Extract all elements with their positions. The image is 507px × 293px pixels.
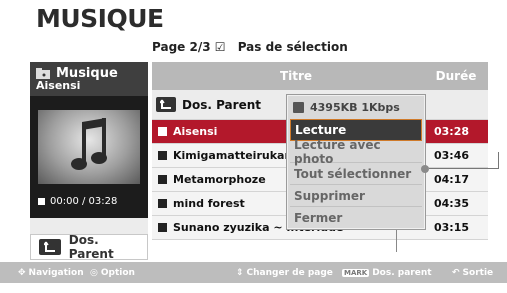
selection-status: Pas de sélection: [237, 40, 348, 54]
parent-folder-icon: [39, 239, 61, 255]
return-icon: ↶: [452, 267, 460, 278]
file-info: 4395KB 1Kbps: [287, 95, 425, 119]
menu-item-play-with-photo[interactable]: Lecture avec photo: [290, 138, 422, 166]
page-number: Page 2/3: [152, 40, 211, 54]
pointer-line: [498, 152, 499, 169]
mark-button-icon: MARK: [342, 268, 370, 277]
footer-help-bar: ✥ Navigation ◎ Option ⇕ Changer de page …: [0, 262, 507, 283]
checkbox-icon[interactable]: [158, 151, 167, 160]
checkbox-icon[interactable]: [158, 223, 167, 232]
footer-exit: ↶ Sortie: [452, 267, 494, 278]
ok-button-icon: ◎: [90, 267, 98, 278]
list-header: Titre Durée: [152, 62, 488, 90]
checkbox-icon[interactable]: [158, 127, 167, 136]
parent-folder-icon: [156, 97, 176, 112]
stop-icon: [38, 198, 45, 205]
music-folder-icon: [36, 68, 50, 79]
playback-time: 00:00 / 03:28: [38, 196, 117, 207]
column-title: Titre: [279, 69, 313, 83]
footer-change-page: ⇕ Changer de page: [236, 267, 333, 278]
checkbox-icon: ☑: [214, 40, 226, 54]
page-title: MUSIQUE: [36, 4, 164, 33]
menu-item-select-all[interactable]: Tout sélectionner: [290, 163, 422, 185]
page-up-down-icon: ⇕: [236, 267, 244, 278]
footer-option: ◎ Option: [90, 267, 135, 278]
pointer-line: [429, 168, 499, 169]
divider: [396, 230, 397, 252]
menu-item-close[interactable]: Fermer: [290, 207, 422, 229]
parent-folder-button[interactable]: Dos. Parent: [30, 233, 148, 261]
file-info-icon: [293, 101, 304, 113]
checkbox-icon[interactable]: [158, 175, 167, 184]
option-popup-menu: 4395KB 1Kbps Lecture Lecture avec photo …: [286, 94, 426, 230]
footer-navigation: ✥ Navigation: [18, 267, 84, 278]
pointer-dot: [421, 165, 429, 173]
music-note-icon: [38, 110, 140, 184]
column-duration: Durée: [435, 69, 477, 83]
page-indicator: Page 2/3 ☑ Pas de sélection: [152, 40, 348, 54]
now-playing-panel: Musique Aisensi 00:00 / 03:28 Dos. Paren…: [30, 62, 148, 261]
menu-item-delete[interactable]: Supprimer: [290, 185, 422, 207]
footer-parent: MARK Dos. parent: [342, 267, 432, 278]
panel-header: Musique Aisensi: [30, 62, 148, 96]
album-art-area: 00:00 / 03:28: [30, 96, 148, 218]
checkbox-icon[interactable]: [158, 199, 167, 208]
navigation-icon: ✥: [18, 267, 26, 278]
